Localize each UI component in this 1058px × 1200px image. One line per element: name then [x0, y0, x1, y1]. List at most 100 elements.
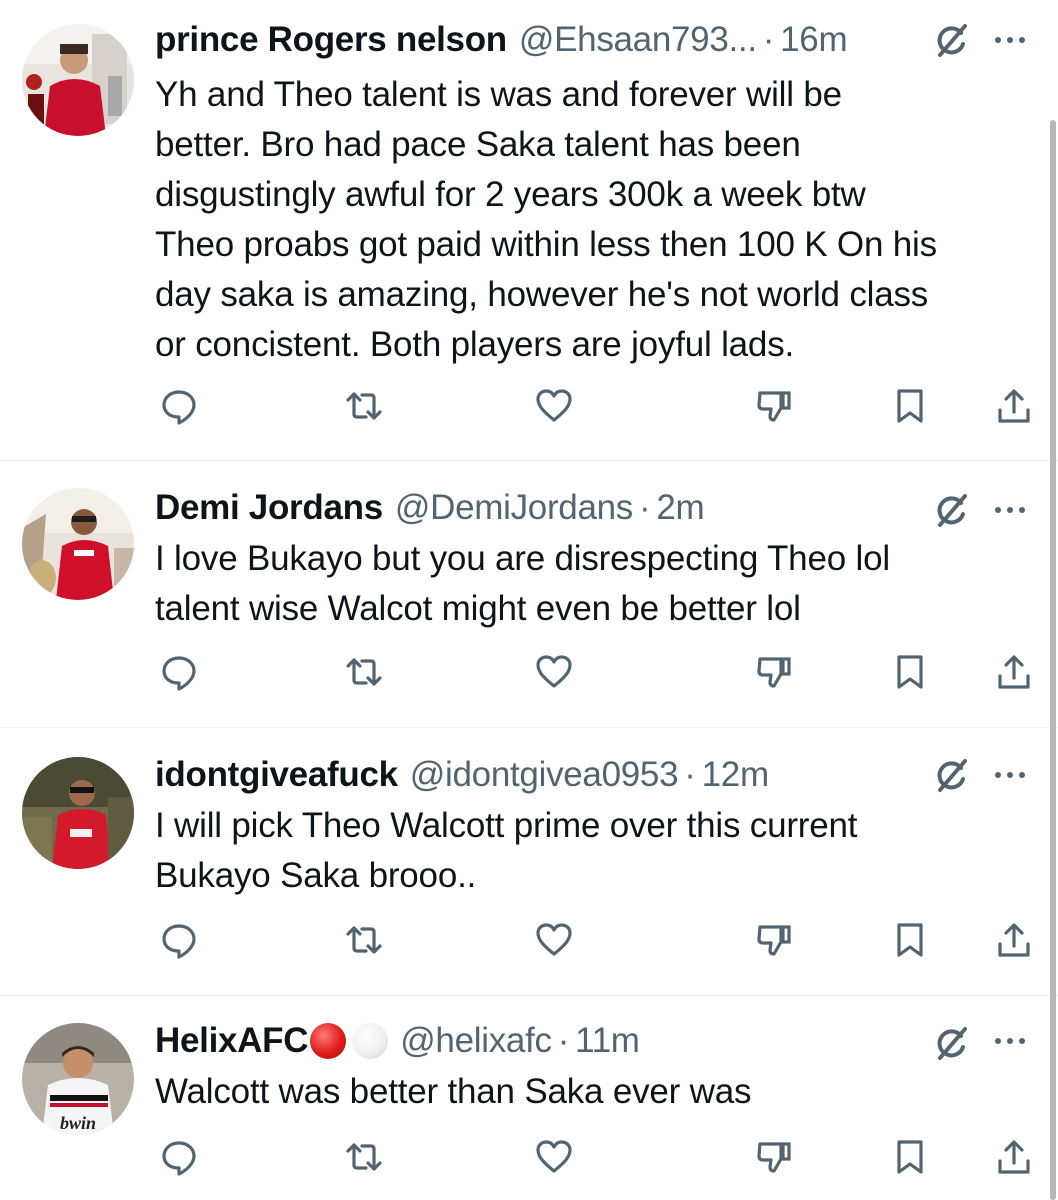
dislike-icon [757, 925, 791, 956]
share-button[interactable] [990, 648, 1038, 696]
text-line: better. Bro had pace Saka talent has bee… [155, 125, 801, 164]
text-line: disgustingly awful for 2 years 300k a we… [155, 175, 866, 214]
share-icon [998, 1140, 1030, 1174]
like-button[interactable] [530, 382, 578, 430]
share-button[interactable] [990, 382, 1038, 430]
dislike-icon [757, 1142, 791, 1173]
text-line: I will pick Theo Walcott prime over this… [155, 806, 858, 845]
action-bar [0, 382, 1058, 430]
avatar[interactable] [22, 757, 134, 869]
red-circle-emoji [310, 1023, 347, 1059]
author-name[interactable]: Demi Jordans [155, 488, 383, 528]
grok-icon[interactable] [930, 1023, 970, 1063]
tweet-1[interactable]: prince Rogers nelson @Ehsaan793... · 16m… [0, 0, 1058, 461]
reply-icon [162, 390, 196, 425]
more-icon[interactable] [990, 1031, 1030, 1051]
timestamp[interactable]: 11m [575, 1021, 640, 1061]
like-icon [536, 655, 572, 688]
repost-button[interactable] [340, 382, 388, 430]
text-line: Theo proabs got paid within less then 10… [155, 225, 937, 264]
repost-icon [346, 1143, 382, 1171]
like-button[interactable] [530, 1133, 578, 1181]
dislike-icon [757, 657, 791, 688]
tweet-3[interactable]: idontgiveafuck @idontgivea0953 · 12m I w… [0, 727, 1058, 996]
reply-button[interactable] [155, 1133, 203, 1181]
reply-button[interactable] [155, 382, 203, 430]
author-handle[interactable]: @Ehsaan793... [519, 20, 757, 60]
timestamp[interactable]: 16m [780, 20, 847, 60]
grok-icon[interactable] [930, 20, 970, 60]
bookmark-icon [897, 655, 923, 689]
repost-button[interactable] [340, 916, 388, 964]
author-name[interactable]: idontgiveafuck [155, 755, 398, 795]
author-handle[interactable]: @helixafc [400, 1021, 552, 1061]
more-icon[interactable] [990, 30, 1030, 50]
bookmark-button[interactable] [886, 1133, 934, 1181]
tweet-4[interactable]: bwin HelixAFC @helixafc · 11m Walcott wa… [0, 995, 1058, 1200]
dislike-button[interactable] [750, 916, 798, 964]
dislike-button[interactable] [750, 1133, 798, 1181]
tweet-header: HelixAFC @helixafc · 11m [155, 1019, 640, 1063]
grok-icon[interactable] [930, 490, 970, 530]
tweet-2[interactable]: Demi Jordans @DemiJordans · 2m I love Bu… [0, 460, 1058, 728]
separator: · [684, 755, 696, 794]
like-icon [536, 389, 572, 422]
grok-icon[interactable] [930, 755, 970, 795]
reply-icon [162, 1141, 196, 1176]
repost-icon [346, 658, 382, 686]
scrollbar[interactable] [1050, 120, 1056, 1200]
repost-button[interactable] [340, 1133, 388, 1181]
author-name[interactable]: prince Rogers nelson [155, 20, 507, 60]
share-button[interactable] [990, 916, 1038, 964]
text-line: day saka is amazing, however he's not wo… [155, 275, 929, 314]
tweet-header: prince Rogers nelson @Ehsaan793... · 16m [155, 18, 848, 62]
share-button[interactable] [990, 1133, 1038, 1181]
text-line: Yh and Theo talent is was and forever wi… [155, 75, 842, 114]
share-icon [998, 923, 1030, 957]
bookmark-icon [897, 923, 923, 957]
text-line: talent wise Walcot might even be better … [155, 589, 801, 628]
reply-icon [162, 924, 196, 959]
repost-button[interactable] [340, 648, 388, 696]
reply-button[interactable] [155, 916, 203, 964]
more-icon[interactable] [990, 500, 1030, 520]
separator: · [639, 488, 651, 527]
like-button[interactable] [530, 916, 578, 964]
tweet-header: Demi Jordans @DemiJordans · 2m [155, 486, 705, 530]
tweet-text: Yh and Theo talent is was and forever wi… [155, 70, 1035, 370]
author-handle[interactable]: @idontgivea0953 [410, 755, 679, 795]
dislike-button[interactable] [750, 382, 798, 430]
timestamp[interactable]: 2m [656, 488, 704, 528]
separator: · [557, 1021, 570, 1060]
avatar-sponsor-text: bwin [60, 1113, 96, 1133]
author-handle[interactable]: @DemiJordans [395, 488, 633, 528]
action-bar [0, 648, 1058, 696]
avatar[interactable] [22, 488, 134, 600]
separator: · [762, 20, 775, 59]
bookmark-button[interactable] [886, 648, 934, 696]
reply-button[interactable] [155, 648, 203, 696]
repost-icon [346, 926, 382, 954]
bookmark-icon [897, 389, 923, 423]
reply-icon [162, 656, 196, 691]
like-icon [536, 923, 572, 956]
share-icon [998, 389, 1030, 423]
share-icon [998, 655, 1030, 689]
dislike-icon [757, 391, 791, 422]
author-name[interactable]: HelixAFC [155, 1021, 308, 1061]
bookmark-button[interactable] [886, 382, 934, 430]
avatar[interactable]: bwin [22, 1023, 134, 1135]
like-button[interactable] [530, 648, 578, 696]
text-line: Bukayo Saka brooo.. [155, 856, 477, 895]
like-icon [536, 1140, 572, 1173]
timestamp[interactable]: 12m [702, 755, 769, 795]
tweet-text: Walcott was better than Saka ever was [155, 1067, 1035, 1117]
dislike-button[interactable] [750, 648, 798, 696]
more-icon[interactable] [990, 765, 1030, 785]
avatar[interactable] [22, 24, 134, 136]
bookmark-button[interactable] [886, 916, 934, 964]
bookmark-icon [897, 1140, 923, 1174]
tweet-header: idontgiveafuck @idontgivea0953 · 12m [155, 753, 769, 797]
tweet-text: I will pick Theo Walcott prime over this… [155, 801, 1035, 901]
repost-icon [346, 392, 382, 420]
